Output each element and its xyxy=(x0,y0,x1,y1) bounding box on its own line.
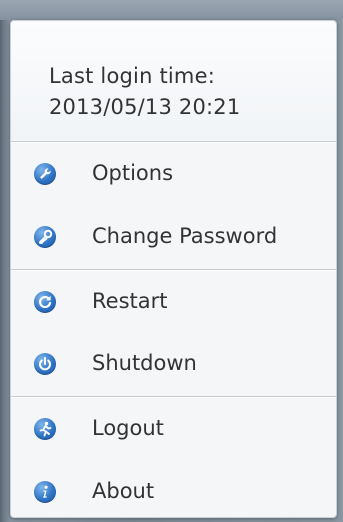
menu-divider xyxy=(11,141,336,143)
menu-item-label: Change Password xyxy=(92,224,278,248)
info-icon xyxy=(34,481,56,503)
menu-divider xyxy=(11,396,336,398)
power-icon xyxy=(34,353,56,375)
taskbar-background xyxy=(0,0,343,20)
menu-item-restart[interactable]: Restart xyxy=(11,272,336,332)
last-login-label: Last login time: xyxy=(49,64,215,88)
menu-item-logout[interactable]: Logout xyxy=(11,399,336,459)
wrench-icon xyxy=(34,163,56,185)
last-login-value: 2013/05/13 20:21 xyxy=(49,95,241,119)
menu-item-label: Options xyxy=(92,161,174,185)
menu-item-change-password[interactable]: Change Password xyxy=(11,207,336,267)
menu-divider xyxy=(11,269,336,271)
running-person-icon xyxy=(34,418,56,440)
login-info-section: Last login time: 2013/05/13 20:21 xyxy=(11,21,336,141)
restart-icon xyxy=(34,291,56,313)
menu-item-options[interactable]: Options xyxy=(11,144,336,204)
menu-item-label: Shutdown xyxy=(92,351,197,375)
menu-item-label: About xyxy=(92,479,155,503)
menu-item-label: Logout xyxy=(92,416,164,440)
menu-item-label: Restart xyxy=(92,289,168,313)
user-menu-popup: Last login time: 2013/05/13 20:21 Option… xyxy=(10,20,337,518)
key-icon xyxy=(34,226,56,248)
menu-item-about[interactable]: About xyxy=(11,462,336,522)
menu-item-shutdown[interactable]: Shutdown xyxy=(11,334,336,394)
